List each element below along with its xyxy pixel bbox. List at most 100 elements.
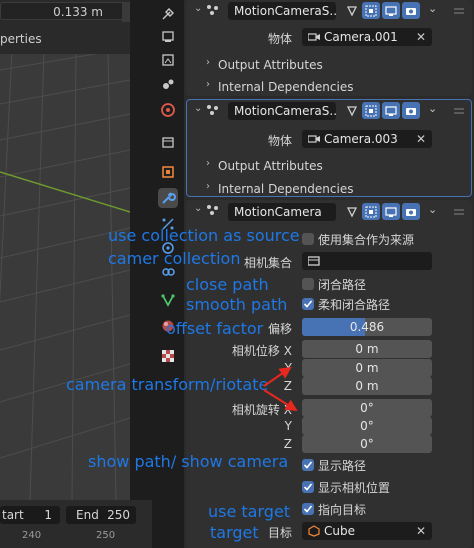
- viewport-edge: [122, 2, 130, 22]
- expand-chevron-icon[interactable]: ›: [206, 158, 210, 169]
- annotation-offset-factor: offset factor: [166, 319, 264, 338]
- camera-collection-field[interactable]: [302, 252, 432, 270]
- edit-mode-button[interactable]: [343, 2, 361, 19]
- geometry-nodes-icon: [207, 105, 218, 115]
- location-y-value: 0 m: [355, 361, 379, 375]
- on-cage-button[interactable]: [362, 2, 380, 19]
- tab-output[interactable]: [158, 50, 178, 70]
- clear-icon[interactable]: ✕: [416, 522, 426, 540]
- timeline: tart 1 End 250 240 250: [0, 500, 152, 548]
- expand-chevron-icon[interactable]: ›: [206, 57, 210, 68]
- on-cage-button[interactable]: [362, 102, 380, 119]
- edit-mode-button[interactable]: [343, 203, 361, 220]
- render-icon: [162, 31, 174, 42]
- offset-slider[interactable]: 0.486: [302, 318, 432, 336]
- collapse-chevron-icon[interactable]: ⌄: [194, 203, 202, 214]
- dropdown-chevron-icon[interactable]: ⌄: [428, 2, 437, 15]
- dimension-field[interactable]: 0.133 m: [0, 2, 128, 20]
- object-field[interactable]: Camera.003 ✕: [302, 130, 432, 148]
- on-cage-icon: [365, 5, 377, 16]
- geometry-nodes-icon: [207, 205, 218, 215]
- render-button[interactable]: [402, 2, 420, 19]
- rotation-y-field[interactable]: 0°: [302, 417, 432, 435]
- frame-end-field[interactable]: End 250: [66, 506, 136, 524]
- use-collection-checkbox[interactable]: [302, 233, 314, 245]
- timeline-tick: 250: [96, 530, 116, 541]
- output-icon: [162, 54, 174, 66]
- object-value: Camera.001: [324, 30, 398, 44]
- location-x-field[interactable]: 0 m: [302, 340, 432, 358]
- rotation-z-value: 0°: [360, 437, 374, 451]
- show-camera-checkbox[interactable]: [302, 481, 314, 493]
- camera-icon: [406, 7, 416, 15]
- monitor-icon: [385, 5, 397, 16]
- collapse-chevron-icon[interactable]: ⌄: [194, 103, 202, 114]
- timeline-tick: 240: [22, 530, 42, 541]
- tool-icon: [162, 8, 174, 20]
- camera-object-icon: [308, 33, 320, 41]
- on-cage-button[interactable]: [362, 203, 380, 220]
- location-x-value: 0 m: [355, 342, 379, 356]
- output-attributes-header[interactable]: Output Attributes: [218, 58, 323, 72]
- internal-dependencies-header[interactable]: Internal Dependencies: [218, 80, 353, 94]
- vertex-icon: [346, 5, 358, 16]
- collapse-chevron-icon[interactable]: ⌄: [194, 3, 202, 14]
- monitor-icon: [385, 206, 397, 217]
- camera-location-label: 相机位移 X: [206, 342, 292, 359]
- clear-icon[interactable]: ✕: [416, 130, 426, 148]
- dropdown-chevron-icon[interactable]: ⌄: [428, 102, 437, 115]
- rotation-z-field[interactable]: 0°: [302, 435, 432, 453]
- tab-world[interactable]: [158, 132, 178, 152]
- drag-handle-icon[interactable]: [454, 8, 464, 10]
- checkmark-icon: [303, 505, 313, 513]
- viewport-display-button[interactable]: [382, 203, 400, 220]
- expand-chevron-icon[interactable]: ›: [206, 79, 210, 90]
- show-path-checkbox[interactable]: [302, 459, 314, 471]
- internal-dependencies-header[interactable]: Internal Dependencies: [218, 182, 353, 196]
- annotation-close-path: close path: [186, 275, 269, 294]
- frame-start-field[interactable]: tart 1: [0, 506, 60, 524]
- frame-end-label: End: [76, 508, 99, 522]
- object-value: Camera.003: [324, 132, 398, 146]
- vertex-icon: [346, 105, 358, 116]
- expand-chevron-icon[interactable]: ›: [206, 181, 210, 192]
- tab-scene[interactable]: [158, 100, 178, 120]
- close-path-checkbox[interactable]: [302, 278, 314, 290]
- drag-handle-icon[interactable]: [454, 108, 464, 110]
- clear-icon[interactable]: ✕: [416, 28, 426, 46]
- modifier-name-field[interactable]: MotionCameraS...: [228, 102, 336, 120]
- object-field[interactable]: Camera.001 ✕: [302, 28, 432, 46]
- point-target-checkbox[interactable]: [302, 503, 314, 515]
- checkmark-icon: [303, 300, 313, 308]
- rotation-x-field[interactable]: 0°: [302, 399, 432, 417]
- smooth-path-checkbox[interactable]: [302, 298, 314, 310]
- annotation-use-collection: use collection as source: [108, 226, 300, 245]
- viewport-display-button[interactable]: [382, 2, 400, 19]
- tab-texture[interactable]: [158, 346, 178, 366]
- modifier-name-field[interactable]: MotionCamera: [228, 203, 336, 221]
- location-y-field[interactable]: 0 m: [302, 359, 432, 377]
- drag-handle-icon[interactable]: [454, 209, 464, 211]
- tab-render[interactable]: [158, 26, 178, 46]
- use-collection-label: 使用集合作为来源: [318, 233, 415, 247]
- tab-view-layer[interactable]: [158, 74, 178, 94]
- render-button[interactable]: [402, 102, 420, 119]
- data-icon: [161, 294, 175, 307]
- tab-object[interactable]: [158, 162, 178, 182]
- camera-icon: [406, 107, 416, 115]
- modifier-name: MotionCameraS...: [234, 104, 336, 118]
- output-attributes-header[interactable]: Output Attributes: [218, 159, 323, 173]
- dropdown-chevron-icon[interactable]: ⌄: [428, 203, 437, 216]
- world-icon: [162, 137, 174, 148]
- modifier-name-field[interactable]: MotionCameraS...: [228, 2, 336, 20]
- annotation-use-target: use target: [208, 502, 291, 521]
- on-cage-icon: [365, 105, 377, 116]
- viewport-display-button[interactable]: [382, 102, 400, 119]
- render-button[interactable]: [402, 203, 420, 220]
- edit-mode-button[interactable]: [343, 102, 361, 119]
- location-z-field[interactable]: 0 m: [302, 377, 432, 395]
- tab-tool[interactable]: [158, 4, 178, 24]
- tab-modifiers[interactable]: [158, 188, 178, 208]
- target-field[interactable]: Cube ✕: [302, 522, 432, 540]
- tab-data[interactable]: [158, 290, 178, 310]
